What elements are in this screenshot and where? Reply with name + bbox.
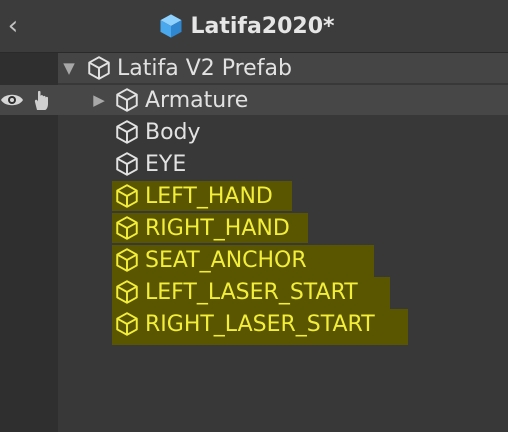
hand-icon[interactable] — [30, 88, 54, 112]
tree-item-body[interactable]: Body — [114, 116, 201, 148]
tree-item-label: RIGHT_HAND — [145, 215, 290, 241]
scene-title: Latifa2020* — [190, 13, 335, 39]
tree-item-label: SEAT_ANCHOR — [145, 247, 307, 273]
cube-outline-icon — [114, 279, 140, 305]
cube-outline-icon — [114, 247, 140, 273]
tree-item-label: LEFT_HAND — [145, 183, 273, 209]
cube-outline-icon — [114, 87, 140, 113]
cube-outline-icon — [114, 151, 140, 177]
expand-arrow-right-icon[interactable]: ▶ — [90, 84, 108, 116]
tree-item-armature[interactable]: ▶ Armature — [90, 84, 248, 116]
tree-item-eye[interactable]: EYE — [114, 148, 186, 180]
cube-outline-icon — [114, 119, 140, 145]
cube-outline-icon — [114, 311, 140, 337]
tree-item-label: RIGHT_LASER_START — [145, 311, 375, 337]
tree-item-right-hand[interactable]: RIGHT_HAND — [114, 212, 290, 244]
tree-item-right-laser-start[interactable]: RIGHT_LASER_START — [114, 308, 375, 340]
eye-icon[interactable] — [0, 91, 24, 109]
tree-root-row[interactable]: ▼ Latifa V2 Prefab — [60, 52, 292, 84]
tree-item-label: Latifa V2 Prefab — [117, 55, 292, 81]
tree-item-left-laser-start[interactable]: LEFT_LASER_START — [114, 276, 358, 308]
tree-item-label: Body — [145, 119, 201, 145]
tree-item-seat-anchor[interactable]: SEAT_ANCHOR — [114, 244, 307, 276]
expand-arrow-down-icon[interactable]: ▼ — [60, 52, 78, 84]
visibility-toggles — [0, 86, 54, 114]
cube-outline-icon — [86, 55, 112, 81]
tree-item-label: LEFT_LASER_START — [145, 279, 358, 305]
cube-outline-icon — [114, 183, 140, 209]
tree-item-label: Armature — [145, 87, 249, 113]
cube-outline-icon — [114, 215, 140, 241]
title-area: Latifa2020* — [0, 0, 508, 52]
cube-icon — [160, 14, 182, 38]
hierarchy-header: ‹ Latifa2020* — [0, 0, 508, 53]
armature-row-background — [0, 85, 508, 115]
tree-item-left-hand[interactable]: LEFT_HAND — [114, 180, 273, 212]
tree-item-label: EYE — [145, 151, 187, 177]
